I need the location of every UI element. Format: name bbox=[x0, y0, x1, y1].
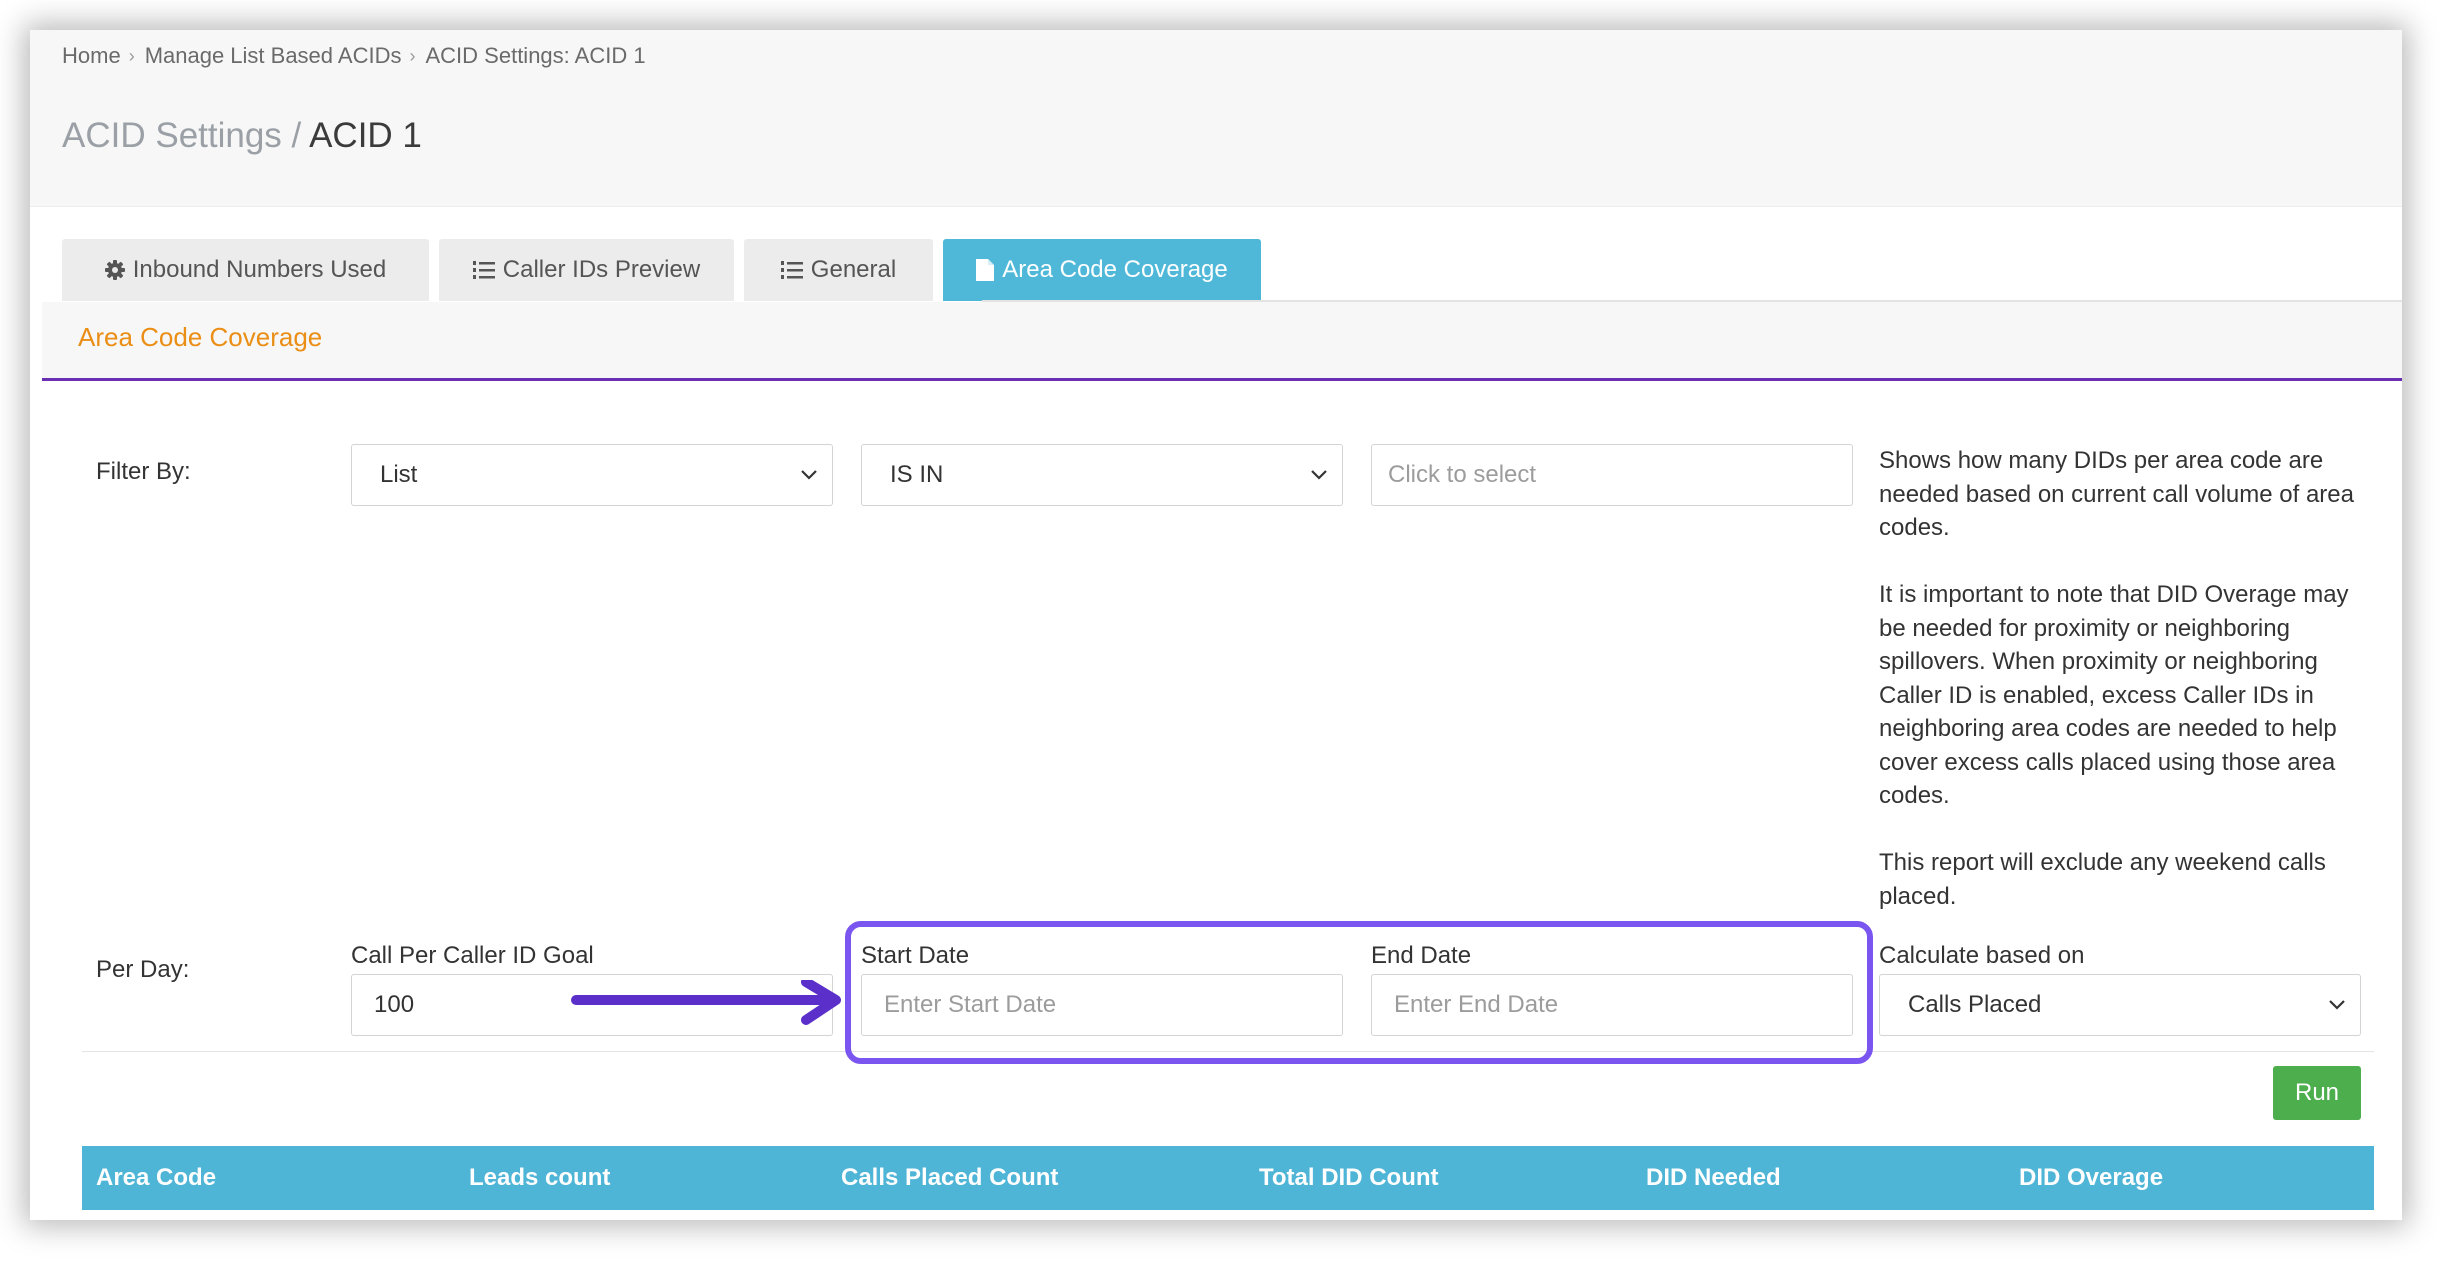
tab-label: Area Code Coverage bbox=[1002, 256, 1228, 283]
tab-area-code-coverage[interactable]: Area Code Coverage bbox=[943, 239, 1261, 301]
filter-by-label: Filter By: bbox=[96, 458, 191, 485]
tab-caller-ids-preview[interactable]: Caller IDs Preview bbox=[439, 239, 734, 301]
chevron-down-icon bbox=[2326, 993, 2348, 1024]
annotation-highlight-box bbox=[845, 921, 1873, 1064]
help-paragraph: This report will exclude any weekend cal… bbox=[1879, 849, 2326, 910]
chevron-down-icon bbox=[1308, 463, 1330, 494]
section-title: Area Code Coverage bbox=[78, 322, 323, 352]
results-table-header: Area Code Leads count Calls Placed Count… bbox=[82, 1146, 2374, 1210]
gear-icon bbox=[104, 260, 125, 280]
goal-value: 100 bbox=[374, 991, 415, 1018]
chevron-right-icon: › bbox=[128, 45, 135, 66]
tab-bar: Inbound Numbers Used Caller IDs Preview bbox=[62, 239, 1271, 301]
column-header-did-overage[interactable]: DID Overage bbox=[2019, 1164, 2163, 1192]
page-title: ACID Settings / ACID 1 bbox=[62, 116, 422, 156]
calculate-value: Calls Placed bbox=[1908, 991, 2042, 1018]
filter-value-input[interactable]: Click to select bbox=[1371, 444, 1853, 506]
column-header-did-needed[interactable]: DID Needed bbox=[1646, 1164, 1781, 1192]
chevron-down-icon bbox=[798, 463, 820, 494]
help-paragraph: Shows how many DIDs per area code are ne… bbox=[1879, 447, 2354, 541]
list-ordered-icon bbox=[780, 260, 803, 280]
breadcrumb-home[interactable]: Home bbox=[62, 43, 121, 69]
filter-operator-select[interactable]: IS IN bbox=[861, 444, 1343, 506]
filter-field-value: List bbox=[380, 461, 418, 488]
help-text: Shows how many DIDs per area code are ne… bbox=[1879, 444, 2359, 947]
tab-inbound-numbers-used[interactable]: Inbound Numbers Used bbox=[62, 239, 429, 301]
calculate-select[interactable]: Calls Placed bbox=[1879, 974, 2361, 1036]
annotation-arrow-icon bbox=[570, 977, 860, 1037]
chevron-right-icon: › bbox=[409, 45, 416, 66]
tab-label: General bbox=[810, 256, 897, 283]
app-window: Home › Manage List Based ACIDs › ACID Se… bbox=[30, 30, 2402, 1220]
column-header-total-did[interactable]: Total DID Count bbox=[1259, 1164, 1439, 1192]
run-button[interactable]: Run bbox=[2273, 1066, 2361, 1120]
filter-operator-value: IS IN bbox=[890, 461, 944, 488]
column-header-area-code[interactable]: Area Code bbox=[96, 1164, 216, 1192]
page-title-current: ACID 1 bbox=[309, 116, 422, 155]
breadcrumb: Home › Manage List Based ACIDs › ACID Se… bbox=[62, 38, 646, 74]
breadcrumb-current: ACID Settings: ACID 1 bbox=[425, 43, 646, 68]
breadcrumb-manage-list[interactable]: Manage List Based ACIDs bbox=[145, 43, 402, 69]
filter-value-placeholder: Click to select bbox=[1388, 461, 1537, 488]
list-ordered-icon bbox=[472, 260, 495, 280]
filter-field-select[interactable]: List bbox=[351, 444, 833, 506]
per-day-label: Per Day: bbox=[96, 956, 190, 983]
page-title-separator: / bbox=[291, 116, 302, 155]
page-header: Home › Manage List Based ACIDs › ACID Se… bbox=[30, 30, 2402, 207]
goal-label: Call Per Caller ID Goal bbox=[351, 942, 594, 969]
column-header-calls-placed[interactable]: Calls Placed Count bbox=[841, 1164, 1058, 1192]
file-icon bbox=[976, 259, 995, 281]
page-title-prefix: ACID Settings bbox=[62, 116, 282, 155]
calculate-label: Calculate based on bbox=[1879, 942, 2085, 969]
help-paragraph: It is important to note that DID Overage… bbox=[1879, 581, 2349, 809]
column-header-leads-count[interactable]: Leads count bbox=[469, 1164, 610, 1192]
tab-label: Caller IDs Preview bbox=[502, 256, 701, 283]
section-header: Area Code Coverage bbox=[42, 302, 2402, 381]
tab-general[interactable]: General bbox=[744, 239, 933, 301]
tab-label: Inbound Numbers Used bbox=[132, 256, 387, 283]
